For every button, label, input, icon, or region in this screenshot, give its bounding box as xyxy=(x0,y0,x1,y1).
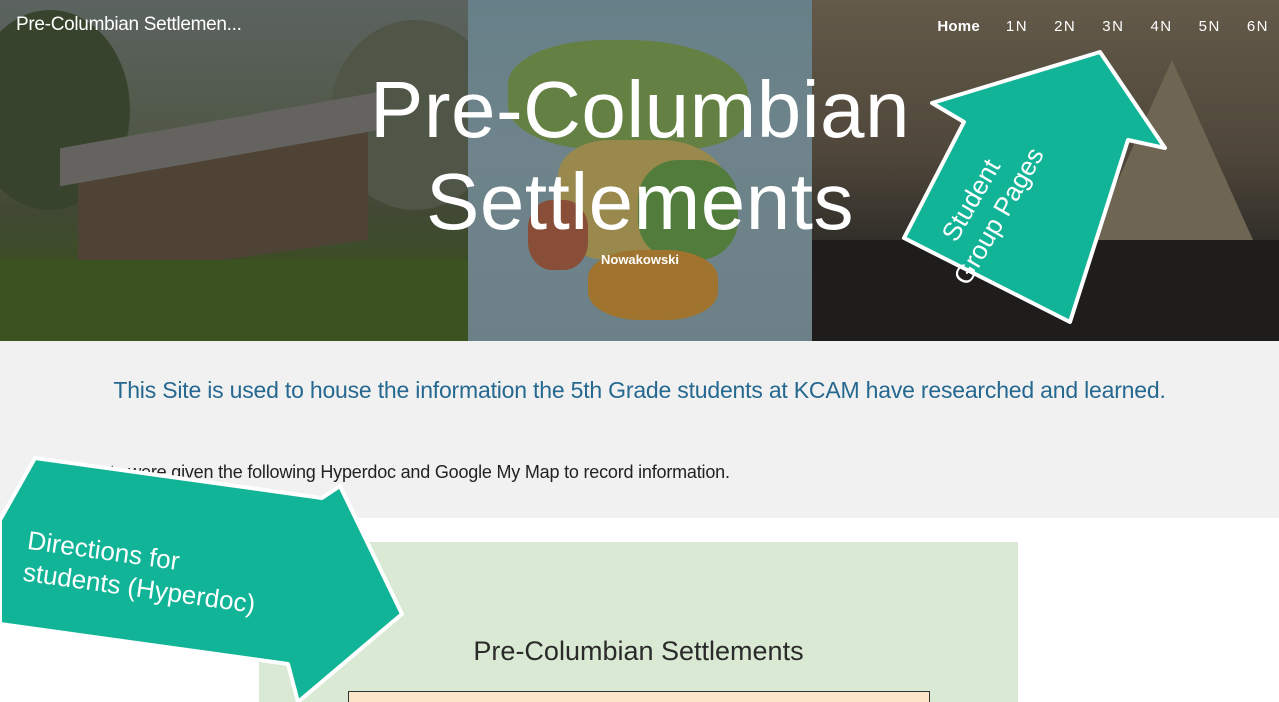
intro-section: This Site is used to house the informati… xyxy=(0,341,1279,518)
directions-label: Directions for students (Hyperdoc) xyxy=(21,524,262,620)
nav-4n[interactable]: 4N xyxy=(1150,18,1172,35)
nav-6n[interactable]: 6N xyxy=(1247,18,1269,35)
top-nav: Home 1N 2N 3N 4N 5N 6N xyxy=(911,18,1269,35)
page-title-line2: Settlements xyxy=(426,157,854,246)
nav-3n[interactable]: 3N xyxy=(1102,18,1124,35)
page: Pre-Columbian Settlemen... Home 1N 2N 3N… xyxy=(0,0,1279,702)
intro-heading: This Site is used to house the informati… xyxy=(113,377,1166,403)
intro-text: Students were given the following Hyperd… xyxy=(54,462,730,482)
nav-1n[interactable]: 1N xyxy=(1006,18,1028,35)
hero-banner: Pre-Columbian Settlemen... Home 1N 2N 3N… xyxy=(0,0,1279,341)
site-title[interactable]: Pre-Columbian Settlemen... xyxy=(16,14,242,36)
author-name: Nowakowski xyxy=(600,252,680,267)
hyperdoc-title: Pre-Columbian Settlements xyxy=(473,636,804,666)
hyperdoc-embed[interactable]: Pre-Columbian Settlements xyxy=(259,542,1018,702)
nav-home[interactable]: Home xyxy=(937,18,979,35)
page-title: Pre-Columbian Settlements xyxy=(300,64,980,248)
nav-2n[interactable]: 2N xyxy=(1054,18,1076,35)
page-title-line1: Pre-Columbian xyxy=(369,65,911,154)
hyperdoc-table xyxy=(348,691,930,702)
nav-5n[interactable]: 5N xyxy=(1199,18,1221,35)
